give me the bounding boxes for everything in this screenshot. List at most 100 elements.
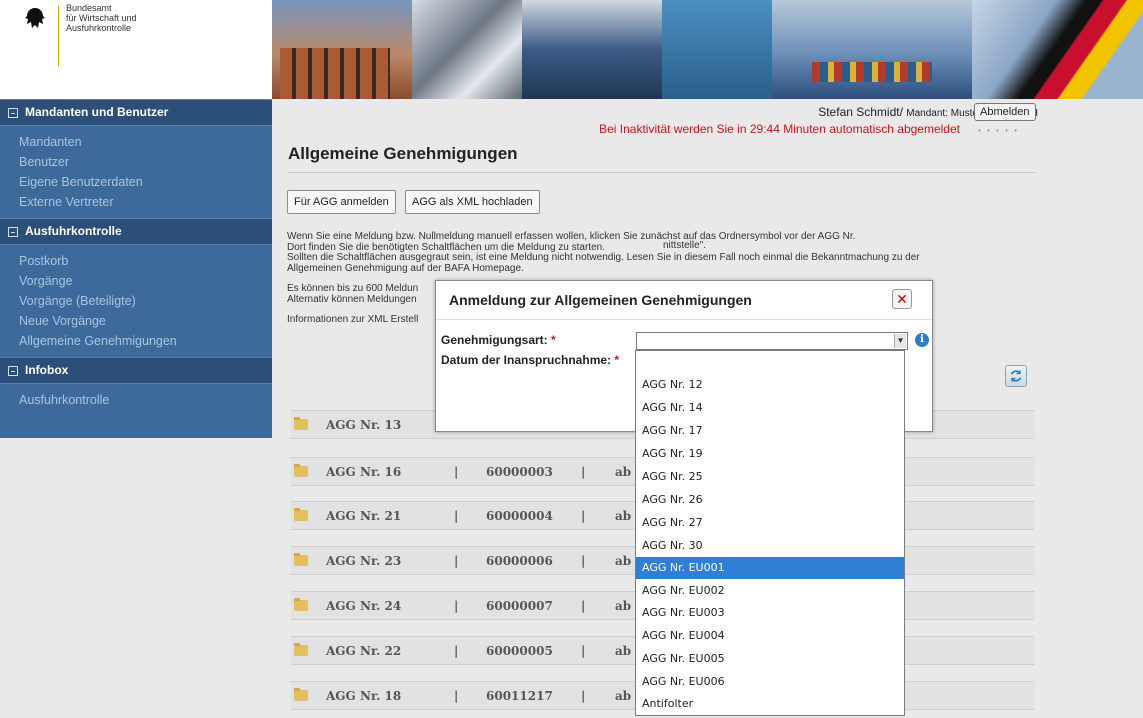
row-separator: | [454, 554, 459, 568]
collapse-icon[interactable] [8, 365, 18, 376]
select-option[interactable]: AGG Nr. EU006 [636, 671, 904, 693]
select-option[interactable]: AGG Nr. EU005 [636, 648, 904, 670]
loading-dots: • • • • • [978, 126, 1019, 135]
agg-ab: ab [615, 599, 632, 613]
sidebar-section-ausfuhrkontrolle[interactable]: Ausfuhrkontrolle [0, 218, 272, 245]
agg-name: AGG Nr. 13 [326, 418, 402, 432]
agg-ab: ab [615, 644, 632, 658]
agg-number: 60000005 [486, 644, 553, 658]
sidebar-section-infobox[interactable]: Infobox [0, 357, 272, 384]
row-separator: | [581, 644, 586, 658]
genehmigungsart-select[interactable]: ▼ [636, 332, 908, 350]
agg-ab: ab [615, 554, 632, 568]
info-line: Allgemeinen Genehmigung auf der BAFA Hom… [287, 262, 524, 274]
select-option[interactable]: AGG Nr. 27 [636, 512, 904, 534]
info-line: Sollten die Schaltflächen ausgegraut sei… [287, 252, 920, 263]
sidebar-item-mandanten[interactable]: Mandanten [0, 132, 272, 152]
field-label-datum: Datum der Inanspruchnahme: * [441, 353, 619, 367]
folder-icon[interactable] [294, 643, 308, 656]
select-option[interactable]: AGG Nr. 25 [636, 466, 904, 488]
agg-number: 60000003 [486, 465, 553, 479]
select-option[interactable]: AGG Nr. EU002 [636, 580, 904, 602]
dialog-divider [436, 319, 932, 320]
agg-name: AGG Nr. 23 [326, 554, 402, 568]
collapse-icon[interactable] [8, 226, 18, 237]
field-label-genehmigungsart: Genehmigungsart: * [441, 333, 556, 347]
row-separator: | [454, 509, 459, 523]
bafa-logo[interactable]: Bundesamt für Wirtschaft und Ausfuhrkont… [0, 0, 272, 99]
sidebar-section-title: Mandanten und Benutzer [25, 105, 169, 119]
logo-text: Bundesamt für Wirtschaft und Ausfuhrkont… [66, 3, 137, 33]
row-separator: | [581, 689, 586, 703]
sidebar-item-eigene-benutzerdaten[interactable]: Eigene Benutzerdaten [0, 172, 272, 192]
agg-name: AGG Nr. 21 [326, 509, 402, 523]
row-separator: | [581, 599, 586, 613]
row-separator: | [581, 554, 586, 568]
row-separator: | [581, 509, 586, 523]
select-option[interactable]: AGG Nr. 19 [636, 443, 904, 465]
sidebar-section-title: Infobox [25, 363, 69, 377]
sidebar-item-postkorb[interactable]: Postkorb [0, 251, 272, 271]
logout-button[interactable]: Abmelden [974, 103, 1036, 121]
select-option[interactable]: AGG Nr. 26 [636, 489, 904, 511]
sidebar-item-ausfuhrkontrolle[interactable]: Ausfuhrkontrolle [0, 390, 272, 410]
logo-divider [58, 6, 59, 66]
folder-icon[interactable] [294, 598, 308, 611]
close-icon[interactable]: ✕ [892, 289, 912, 309]
sidebar: Mandanten und Benutzer Mandanten Benutze… [0, 99, 272, 438]
select-option[interactable]: AGG Nr. 17 [636, 420, 904, 442]
folder-icon[interactable] [294, 553, 308, 566]
sidebar-item-neue-vorgaenge[interactable]: Neue Vorgänge [0, 311, 272, 331]
folder-icon[interactable] [294, 464, 308, 477]
row-separator: | [454, 689, 459, 703]
row-separator: | [454, 465, 459, 479]
agg-number: 60011217 [486, 689, 553, 703]
sidebar-item-allgemeine-genehmigungen[interactable]: Allgemeine Genehmigungen [0, 331, 272, 351]
sidebar-item-externe-vertreter[interactable]: Externe Vertreter [0, 192, 272, 212]
refresh-icon[interactable] [1005, 365, 1027, 387]
agg-number: 60000004 [486, 509, 553, 523]
agg-ab: ab [615, 509, 632, 523]
select-option-selected[interactable]: AGG Nr. EU001 [636, 557, 904, 579]
collapse-icon[interactable] [8, 107, 18, 118]
select-option[interactable]: AGG Nr. EU003 [636, 602, 904, 624]
sidebar-item-vorgaenge[interactable]: Vorgänge [0, 271, 272, 291]
row-separator: | [454, 599, 459, 613]
label-text: Datum der Inanspruchnahme: [441, 353, 612, 367]
folder-icon[interactable] [294, 688, 308, 701]
chevron-down-icon[interactable]: ▼ [894, 334, 906, 348]
select-option[interactable]: AGG Nr. 14 [636, 397, 904, 419]
info-icon[interactable]: i [915, 333, 929, 347]
page-header: Bundesamt für Wirtschaft und Ausfuhrkont… [0, 0, 1143, 99]
row-separator: | [581, 465, 586, 479]
genehmigungsart-options[interactable]: AGG Nr. 12 AGG Nr. 14 AGG Nr. 17 AGG Nr.… [635, 350, 905, 716]
upload-xml-button[interactable]: AGG als XML hochladen [405, 190, 540, 214]
select-option[interactable]: Antifolter [636, 693, 904, 715]
agg-name: AGG Nr. 24 [326, 599, 402, 613]
folder-icon[interactable] [294, 417, 308, 430]
sidebar-section-title: Ausfuhrkontrolle [25, 224, 122, 238]
required-mark: * [614, 353, 620, 367]
select-option[interactable]: AGG Nr. 30 [636, 535, 904, 557]
agg-ab: ab [615, 465, 632, 479]
page-title: Allgemeine Genehmigungen [288, 144, 518, 163]
select-option[interactable]: AGG Nr. EU004 [636, 625, 904, 647]
agg-name: AGG Nr. 16 [326, 465, 402, 479]
user-name: Stefan Schmidt/ [818, 105, 903, 119]
session-timeout-message: Bei Inaktivität werden Sie in 29:44 Minu… [599, 122, 960, 136]
required-mark: * [551, 333, 556, 347]
agg-name: AGG Nr. 18 [326, 689, 402, 703]
agg-ab: ab [615, 689, 632, 703]
row-separator: | [454, 644, 459, 658]
sidebar-item-benutzer[interactable]: Benutzer [0, 152, 272, 172]
sidebar-section-mandanten[interactable]: Mandanten und Benutzer [0, 99, 272, 126]
agg-number: 60000007 [486, 599, 553, 613]
dialog-title: Anmeldung zur Allgemeinen Genehmigungen [449, 292, 752, 308]
register-agg-button[interactable]: Für AGG anmelden [287, 190, 396, 214]
select-option[interactable]: AGG Nr. 12 [636, 374, 904, 396]
folder-icon[interactable] [294, 508, 308, 521]
info-line-tail: nittstelle". [663, 240, 707, 251]
select-option[interactable] [636, 353, 904, 375]
agg-number: 60000006 [486, 554, 553, 568]
sidebar-item-vorgaenge-beteiligte[interactable]: Vorgänge (Beteiligte) [0, 291, 272, 311]
